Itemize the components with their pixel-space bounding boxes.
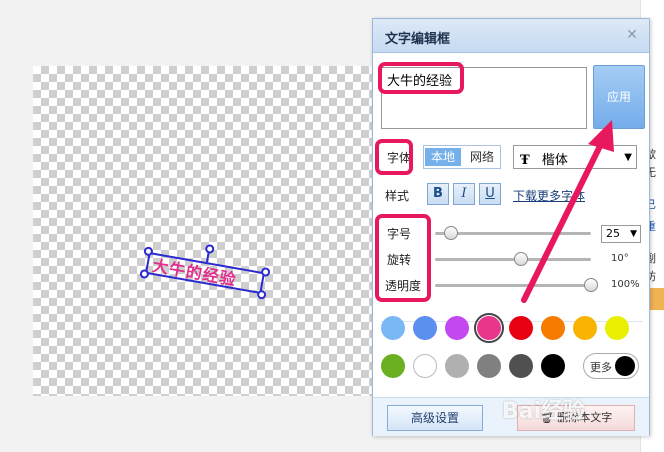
watermark: Bai经验: [502, 399, 586, 424]
annotation-arrow: [521, 120, 614, 303]
